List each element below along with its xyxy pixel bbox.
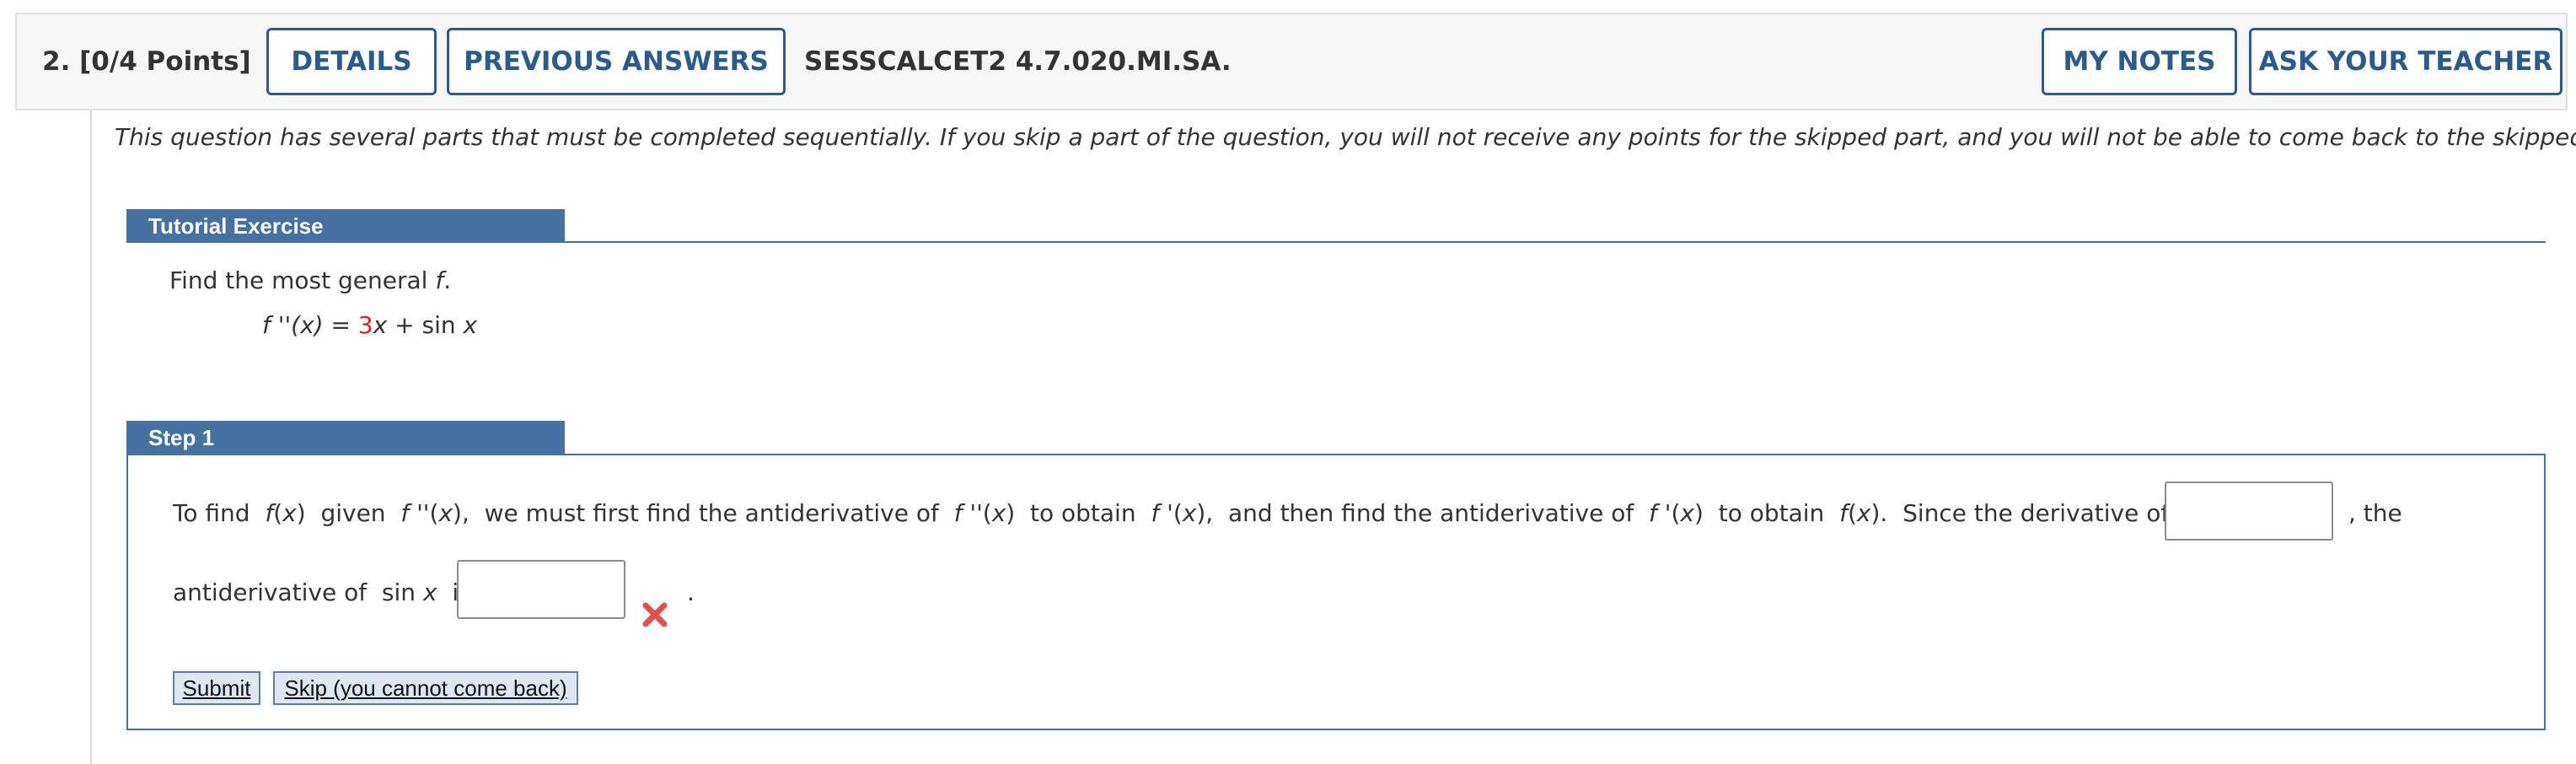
text-segment: ( xyxy=(1847,499,1857,527)
text-segment: f ' xyxy=(1649,499,1672,527)
text-segment: x xyxy=(991,499,1006,527)
step-1-text-line-1-end: , the xyxy=(2348,499,2402,527)
tutorial-exercise-header: Tutorial Exercise xyxy=(126,209,565,243)
skip-button[interactable]: Skip (you cannot come back) xyxy=(273,671,578,705)
text-segment: x xyxy=(438,499,453,527)
ask-your-teacher-button[interactable]: ASK YOUR TEACHER xyxy=(2249,28,2563,95)
text-segment: f xyxy=(265,499,274,527)
incorrect-x-icon xyxy=(642,602,668,627)
step-1-text-line-2: antiderivative of sin x is xyxy=(173,578,471,606)
text-segment: ) to obtain xyxy=(1694,499,1840,527)
text-segment: f xyxy=(1839,499,1848,527)
question-header: 2. [0/4 Points] DETAILS PREVIOUS ANSWERS… xyxy=(15,13,2568,110)
text-segment: f ' xyxy=(1151,499,1173,527)
tutorial-divider xyxy=(565,241,2546,243)
step-1-panel: To find f(x) given f ''(x), we must firs… xyxy=(126,454,2546,730)
step-1-text-line-1: To find f(x) given f ''(x), we must firs… xyxy=(173,499,2279,527)
question-left-rule xyxy=(90,110,92,764)
instructions-text: This question has several parts that mus… xyxy=(115,123,2576,151)
text-segment: ( xyxy=(1671,499,1681,527)
text-segment: ), and then find the antiderivative of xyxy=(1196,499,1650,527)
text-segment: ( xyxy=(1173,499,1183,527)
text-segment: To find xyxy=(173,499,266,527)
text-segment: x xyxy=(1680,499,1694,527)
step-1-header: Step 1 xyxy=(126,421,565,455)
text-segment: f '' xyxy=(400,499,430,527)
my-notes-button[interactable]: MY NOTES xyxy=(2042,28,2237,95)
previous-answers-button[interactable]: PREVIOUS ANSWERS xyxy=(447,28,786,95)
problem-equation: f ''(x) = 3x + sin x xyxy=(262,311,478,339)
text-segment: x xyxy=(422,578,437,606)
text-segment: antiderivative of sin xyxy=(173,578,423,606)
text-segment: x xyxy=(282,499,297,527)
cos-derivative-answer-input[interactable] xyxy=(2165,482,2333,541)
text-segment: x xyxy=(1182,499,1197,527)
sin-antiderivative-answer-input[interactable] xyxy=(457,560,625,619)
problem-prompt: Find the most general f. xyxy=(169,266,452,294)
submit-button[interactable]: Submit xyxy=(173,671,260,705)
text-segment: ) to obtain xyxy=(1006,499,1151,527)
randomized-coefficient: 3 xyxy=(357,311,373,339)
text-segment: ), we must first find the antiderivative… xyxy=(453,499,954,527)
text-segment: ( xyxy=(273,499,283,527)
step-1-text-line-2-end: . xyxy=(687,578,695,606)
text-segment: f '' xyxy=(953,499,983,527)
text-segment: ) given xyxy=(296,499,401,527)
text-segment: ( xyxy=(982,499,992,527)
details-button[interactable]: DETAILS xyxy=(266,28,437,95)
question-number: 2. [0/4 Points] xyxy=(42,46,251,77)
text-segment: x xyxy=(1856,499,1871,527)
question-code: SESSCALCET2 4.7.020.MI.SA. xyxy=(804,46,1232,77)
text-segment: ( xyxy=(429,499,439,527)
